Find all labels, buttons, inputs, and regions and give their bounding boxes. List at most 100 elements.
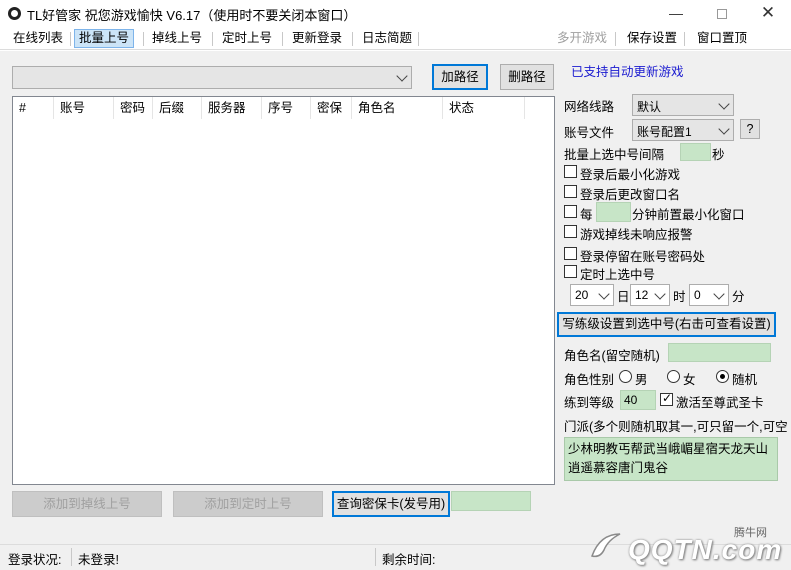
maximize-icon bbox=[717, 9, 727, 20]
account-table[interactable]: # 账号 密码 后缀 服务器 序号 密保 角色名 状态 bbox=[12, 96, 555, 485]
hour-value: 12 bbox=[635, 288, 649, 302]
menu-divider bbox=[70, 32, 71, 46]
add-path-button[interactable]: 加路径 bbox=[432, 64, 488, 90]
app-logo-icon bbox=[8, 7, 21, 20]
minute-value: 0 bbox=[694, 288, 701, 302]
account-file-select[interactable]: 账号配置1 bbox=[632, 119, 734, 141]
menu-divider bbox=[352, 32, 353, 46]
column-header-security[interactable]: 密保 bbox=[311, 97, 352, 119]
interval-input[interactable] bbox=[680, 143, 711, 161]
interval-unit: 秒 bbox=[712, 148, 725, 162]
column-header-status[interactable]: 状态 bbox=[443, 97, 525, 119]
menu-online-list[interactable]: 在线列表 bbox=[9, 29, 67, 48]
menu-bar: 在线列表 批量上号 掉线上号 定时上号 更新登录 日志简题 多开游戏 保存设置 … bbox=[0, 27, 791, 50]
column-header-role-name[interactable]: 角色名 bbox=[352, 97, 443, 119]
level-label: 练到等级 bbox=[564, 396, 615, 410]
activate-card-label: 激活至尊武圣卡 bbox=[676, 396, 764, 410]
title-bar: TL好管家 祝您游戏愉快 V6.17（使用时不要关闭本窗口） — ✕ bbox=[0, 0, 791, 27]
role-name-input[interactable] bbox=[668, 343, 771, 362]
gender-female-radio[interactable] bbox=[667, 370, 680, 383]
menu-disconnect-login[interactable]: 掉线上号 bbox=[148, 29, 206, 48]
network-select[interactable]: 默认 bbox=[632, 94, 734, 116]
menu-save-settings[interactable]: 保存设置 bbox=[623, 29, 681, 48]
remaining-time-label: 剩余时间: bbox=[382, 553, 436, 567]
network-label: 网络线路 bbox=[564, 100, 615, 114]
gender-random-label: 随机 bbox=[732, 373, 758, 387]
query-result-field[interactable] bbox=[451, 491, 531, 511]
stay-at-password-label: 登录停留在账号密码处 bbox=[580, 250, 706, 264]
window-title: TL好管家 祝您游戏愉快 V6.17（使用时不要关闭本窗口） bbox=[27, 8, 357, 23]
chevron-down-icon bbox=[396, 70, 408, 82]
account-file-value: 账号配置1 bbox=[637, 125, 692, 139]
minimize-after-login-checkbox[interactable] bbox=[564, 165, 577, 178]
day-unit: 日 bbox=[617, 290, 630, 304]
timed-login-label: 定时上选中号 bbox=[580, 268, 656, 282]
day-select[interactable]: 20 bbox=[570, 284, 614, 306]
main-panel: 加路径 删路径 已支持自动更新游戏 # 账号 密码 后缀 服务器 序号 密保 角… bbox=[0, 51, 791, 544]
level-input[interactable]: 40 bbox=[620, 390, 656, 410]
gender-random-radio[interactable] bbox=[716, 370, 729, 383]
stay-at-password-checkbox[interactable] bbox=[564, 247, 577, 260]
add-to-disconnect-login-button[interactable]: 添加到掉线上号 bbox=[12, 491, 162, 517]
network-value: 默认 bbox=[637, 100, 662, 114]
menu-window-top[interactable]: 窗口置顶 bbox=[693, 29, 751, 48]
sect-input[interactable]: 少林明教丐帮武当峨嵋星宿天龙天山逍遥慕容唐门鬼谷 bbox=[564, 437, 778, 481]
sect-value: 少林明教丐帮武当峨嵋星宿天龙天山逍遥慕容唐门鬼谷 bbox=[568, 442, 769, 475]
column-header-server[interactable]: 服务器 bbox=[202, 97, 262, 119]
close-button[interactable]: ✕ bbox=[745, 0, 791, 27]
account-file-label: 账号文件 bbox=[564, 126, 615, 140]
delete-path-button[interactable]: 删路径 bbox=[500, 64, 554, 90]
chevron-down-icon bbox=[713, 288, 725, 300]
column-header-password[interactable]: 密码 bbox=[114, 97, 153, 119]
every-label: 每 bbox=[580, 208, 593, 222]
column-header-account[interactable]: 账号 bbox=[54, 97, 114, 119]
menu-log[interactable]: 日志简题 bbox=[358, 29, 416, 48]
chevron-down-icon bbox=[598, 288, 610, 300]
day-value: 20 bbox=[575, 288, 589, 302]
every-minutes-input[interactable] bbox=[596, 202, 631, 222]
menu-divider bbox=[615, 32, 616, 46]
gender-female-label: 女 bbox=[683, 373, 696, 387]
write-level-settings-button[interactable]: 写练级设置到选中号(右击可查看设置) bbox=[557, 312, 776, 337]
rename-after-login-checkbox[interactable] bbox=[564, 185, 577, 198]
menu-divider bbox=[282, 32, 283, 46]
login-status-label: 登录状况: bbox=[8, 553, 62, 567]
game-path-select[interactable] bbox=[12, 66, 412, 89]
menu-timed-login[interactable]: 定时上号 bbox=[218, 29, 276, 48]
column-header-suffix[interactable]: 后缀 bbox=[153, 97, 202, 119]
login-status-value: 未登录! bbox=[78, 553, 119, 567]
minimize-after-login-label: 登录后最小化游戏 bbox=[580, 168, 681, 182]
menu-divider bbox=[212, 32, 213, 46]
watermark: 腾牛网 QQTN.com bbox=[586, 520, 786, 568]
menu-update-login[interactable]: 更新登录 bbox=[288, 29, 346, 48]
menu-batch-login[interactable]: 批量上号 bbox=[74, 29, 135, 48]
hour-select[interactable]: 12 bbox=[630, 284, 670, 306]
activate-card-checkbox[interactable] bbox=[660, 391, 673, 406]
periodic-minimize-checkbox[interactable] bbox=[564, 205, 577, 218]
minute-select[interactable]: 0 bbox=[689, 284, 729, 306]
status-divider bbox=[375, 548, 376, 566]
level-value: 40 bbox=[624, 393, 638, 407]
query-security-card-button[interactable]: 查询密保卡(发号用) bbox=[332, 491, 450, 517]
watermark-site-big: QQTN.com bbox=[628, 534, 783, 565]
status-divider bbox=[71, 548, 72, 566]
every-suffix-label: 分钟前置最小化窗口 bbox=[632, 208, 745, 222]
timed-login-checkbox[interactable] bbox=[564, 265, 577, 278]
sect-label: 门派(多个则随机取其一,可只留一个,可空 bbox=[564, 420, 788, 434]
column-header-serial[interactable]: 序号 bbox=[262, 97, 311, 119]
add-to-timed-login-button[interactable]: 添加到定时上号 bbox=[173, 491, 323, 517]
minute-unit: 分 bbox=[732, 290, 745, 304]
maximize-button[interactable] bbox=[699, 0, 745, 27]
column-header-index[interactable]: # bbox=[13, 97, 54, 119]
menu-divider bbox=[684, 32, 685, 46]
chevron-down-icon bbox=[654, 288, 666, 300]
role-name-label: 角色名(留空随机) bbox=[564, 349, 660, 363]
help-button[interactable]: ? bbox=[740, 119, 760, 139]
gender-label: 角色性别 bbox=[564, 373, 615, 387]
menu-multi-open[interactable]: 多开游戏 bbox=[553, 29, 611, 48]
minimize-button[interactable]: — bbox=[653, 0, 699, 27]
gender-male-radio[interactable] bbox=[619, 370, 632, 383]
disconnect-alert-checkbox[interactable] bbox=[564, 225, 577, 238]
disconnect-alert-label: 游戏掉线未响应报警 bbox=[580, 228, 693, 242]
menu-divider bbox=[143, 32, 144, 46]
